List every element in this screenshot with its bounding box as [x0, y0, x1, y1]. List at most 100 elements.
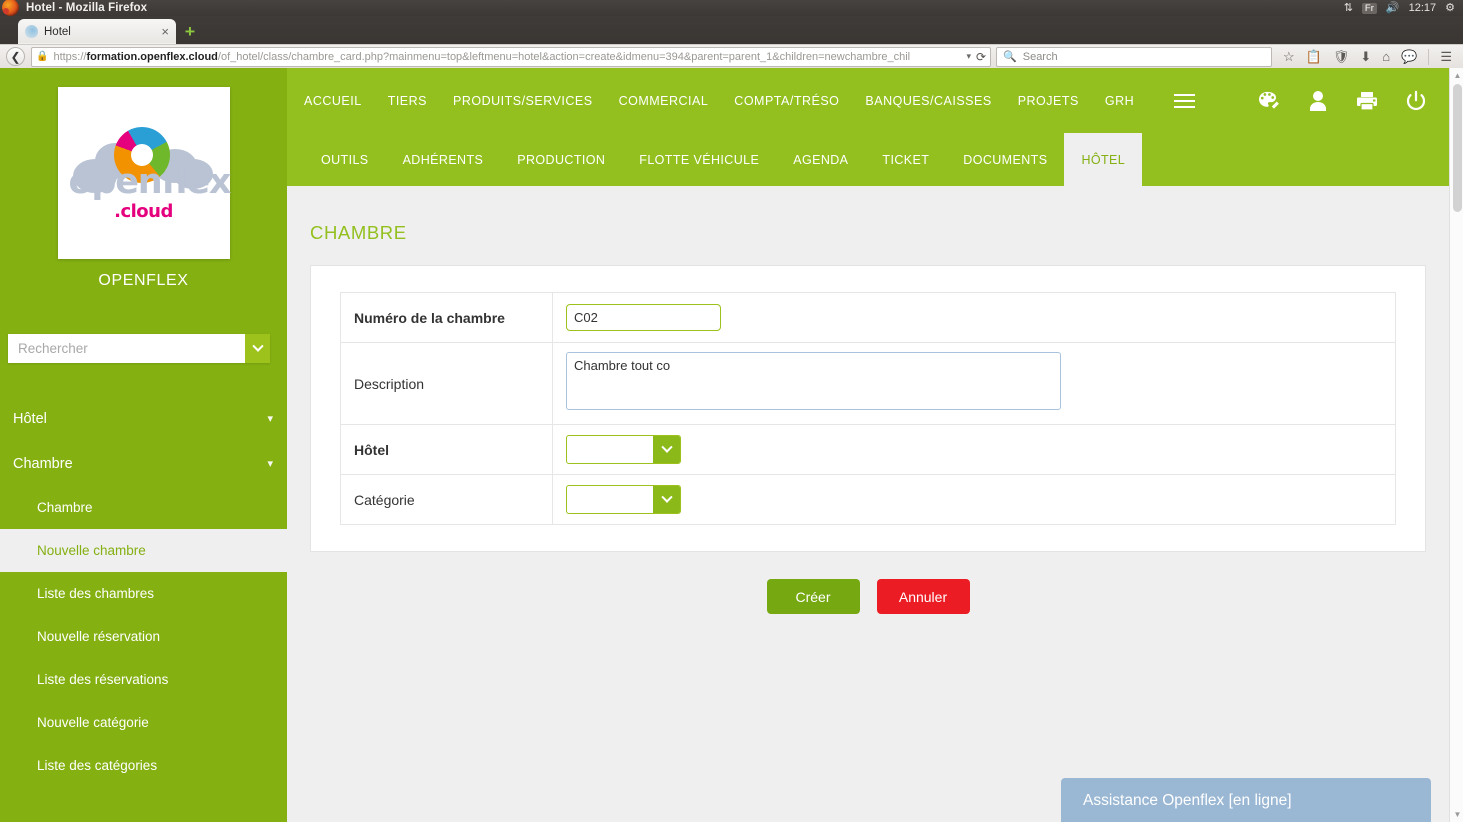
top-navigation-icons [1258, 90, 1449, 112]
scrollbar-thumb[interactable] [1453, 84, 1462, 212]
search-placeholder: Search [1022, 50, 1058, 63]
user-icon[interactable] [1307, 90, 1329, 112]
hamburger-menu-icon[interactable]: ☰ [1440, 49, 1452, 65]
topnav-item-commercial[interactable]: COMMERCIAL [619, 94, 727, 108]
field-label-numero: Numéro de la chambre [340, 292, 553, 343]
topnav-item-projets[interactable]: PROJETS [1018, 94, 1097, 108]
topnav-item-banques-caisses[interactable]: BANQUES/CAISSES [865, 94, 1009, 108]
scroll-down-icon[interactable]: ▼ [1453, 810, 1462, 819]
top-navigation: ACCUEIL TIERS PRODUITS/SERVICES COMMERCI… [287, 68, 1449, 133]
subnav-item-outils[interactable]: OUTILS [304, 133, 386, 186]
field-cell-hotel [552, 424, 1396, 475]
subnav-item-hotel[interactable]: HÔTEL [1064, 133, 1143, 186]
url-bar[interactable]: 🔒 https://formation.openflex.cloud/of_ho… [31, 46, 992, 67]
cancel-button[interactable]: Annuler [876, 579, 970, 614]
tab-hotel[interactable]: Hotel × [18, 19, 176, 44]
gear-icon[interactable]: ⚙ [1445, 2, 1455, 14]
new-tab-button[interactable]: + [185, 23, 195, 44]
chevron-down-icon [653, 436, 680, 463]
subnav-item-ticket[interactable]: TICKET [865, 133, 946, 186]
field-cell-numero [552, 292, 1396, 343]
clipboard-icon[interactable]: 📋 [1306, 49, 1322, 65]
system-tray: ⇅ Fr 🔊 12:17 ⚙ [1344, 2, 1455, 14]
topnav-item-compta-treso[interactable]: COMPTA/TRÉSO [734, 94, 857, 108]
assistance-widget[interactable]: Assistance Openflex [en ligne] [1061, 778, 1431, 822]
clock[interactable]: 12:17 [1409, 2, 1437, 14]
sidebar-item-hotel[interactable]: Hôtel ▾ [0, 396, 287, 441]
main-content: ACCUEIL TIERS PRODUITS/SERVICES COMMERCI… [287, 68, 1449, 822]
brand-name: OPENFLEX [98, 272, 189, 289]
network-up-down-icon[interactable]: ⇅ [1344, 2, 1353, 14]
back-button[interactable]: ❮ [5, 47, 26, 67]
chat-icon[interactable]: 💬 [1401, 49, 1417, 65]
browser-search-input[interactable]: 🔍 Search [996, 46, 1273, 67]
search-icon: 🔍 [1003, 51, 1017, 63]
field-label-description: Description [340, 342, 553, 425]
navigation-toolbar: ❮ 🔒 https://formation.openflex.cloud/of_… [0, 44, 1463, 68]
sidebar-item-liste-des-categories[interactable]: Liste des catégories [0, 744, 287, 787]
palette-icon[interactable] [1258, 90, 1280, 112]
hamburger-menu-icon[interactable] [1174, 93, 1196, 108]
sidebar-item-liste-des-reservations[interactable]: Liste des réservations [0, 658, 287, 701]
reload-icon[interactable]: ⟳ [976, 50, 986, 64]
shield-icon[interactable]: 🛡 [1333, 49, 1350, 65]
scroll-up-icon[interactable]: ▲ [1453, 71, 1462, 80]
download-icon[interactable]: ⬇ [1360, 49, 1371, 65]
window-title: Hotel - Mozilla Firefox [26, 2, 148, 14]
form-row-hotel: Hôtel [340, 424, 1396, 475]
tab-favicon-icon [25, 25, 38, 38]
topnav-item-produits-services[interactable]: PRODUITS/SERVICES [453, 94, 611, 108]
form-actions: Créer Annuler [287, 579, 1449, 614]
openflex-cloud-logo: openflex .cloud [68, 113, 232, 233]
printer-icon[interactable] [1356, 90, 1378, 112]
topnav-item-accueil[interactable]: ACCUEIL [304, 94, 380, 108]
field-label-hotel: Hôtel [340, 424, 553, 475]
subnav-item-agenda[interactable]: AGENDA [776, 133, 865, 186]
toolbar-divider [1428, 48, 1430, 65]
plus-icon: + [184, 22, 196, 41]
numero-chambre-input[interactable] [566, 304, 721, 331]
sidebar-item-label: Nouvelle réservation [37, 629, 161, 644]
url-path: /of_hotel/class/chambre_card.php?mainmen… [217, 50, 911, 63]
volume-icon[interactable]: 🔊 [1386, 2, 1400, 14]
chevron-down-icon[interactable] [245, 334, 270, 363]
back-arrow-icon: ❮ [6, 47, 25, 66]
power-icon[interactable] [1405, 90, 1427, 112]
sidebar: openflex .cloud OPENFLEX Hôtel ▾ Chambre… [0, 68, 287, 822]
sidebar-item-chambre[interactable]: Chambre [0, 486, 287, 529]
topnav-item-tiers[interactable]: TIERS [388, 94, 445, 108]
close-icon[interactable]: × [155, 24, 169, 39]
chevron-down-icon[interactable]: ▾ [966, 51, 971, 62]
topnav-item-grh[interactable]: GRH [1105, 94, 1152, 108]
sidebar-item-chambre-group[interactable]: Chambre ▾ [0, 441, 287, 486]
sidebar-item-liste-des-chambres[interactable]: Liste des chambres [0, 572, 287, 615]
form-row-description: Description Chambre tout co [340, 342, 1396, 425]
sidebar-menu: Hôtel ▾ Chambre ▾ Chambre Nouvelle chamb… [0, 396, 287, 787]
caret-down-icon: ▾ [267, 413, 273, 425]
sidebar-item-nouvelle-categorie[interactable]: Nouvelle catégorie [0, 701, 287, 744]
subnav-item-adherents[interactable]: ADHÉRENTS [386, 133, 501, 186]
search-input[interactable] [8, 334, 245, 363]
subnav-item-flotte-vehicule[interactable]: FLOTTE VÉHICULE [622, 133, 776, 186]
subnav-item-documents[interactable]: DOCUMENTS [946, 133, 1064, 186]
subnav-item-production[interactable]: PRODUCTION [500, 133, 622, 186]
keyboard-layout-indicator[interactable]: Fr [1361, 2, 1377, 14]
description-textarea[interactable]: Chambre tout co [566, 352, 1061, 410]
sidebar-item-nouvelle-reservation[interactable]: Nouvelle réservation [0, 615, 287, 658]
hotel-select[interactable] [566, 435, 681, 464]
create-button[interactable]: Créer [766, 579, 860, 614]
categorie-select-value [567, 486, 653, 513]
padlock-icon: 🔒 [36, 51, 49, 62]
sidebar-item-nouvelle-chambre[interactable]: Nouvelle chambre [0, 529, 287, 572]
logo-wordmark: openflex [68, 162, 232, 202]
browser-chrome: Hotel × + ❮ 🔒 https://formation.openflex… [0, 16, 1463, 68]
field-cell-categorie [552, 474, 1396, 525]
star-icon[interactable]: ☆ [1283, 49, 1295, 65]
tab-strip: Hotel × + [0, 16, 1463, 44]
categorie-select[interactable] [566, 485, 681, 514]
home-icon[interactable]: ⌂ [1382, 49, 1390, 64]
sidebar-search[interactable] [8, 334, 270, 363]
field-label-categorie: Catégorie [340, 474, 553, 525]
page-scrollbar[interactable]: ▲ ▼ [1449, 68, 1463, 822]
sidebar-item-label: Liste des chambres [37, 586, 155, 601]
